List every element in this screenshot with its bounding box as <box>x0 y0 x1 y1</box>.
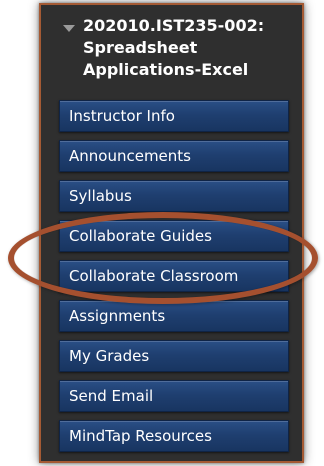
nav-item-syllabus[interactable]: Syllabus <box>59 180 289 212</box>
nav-item-assignments[interactable]: Assignments <box>59 300 289 332</box>
nav-item-collaborate-guides[interactable]: Collaborate Guides <box>59 220 289 252</box>
nav-item-send-email[interactable]: Send Email <box>59 380 289 412</box>
nav-item-instructor-info[interactable]: Instructor Info <box>59 100 289 132</box>
nav-item-mindtap-resources[interactable]: MindTap Resources <box>59 420 289 452</box>
collapse-triangle-icon[interactable] <box>63 25 75 32</box>
nav-item-collaborate-classroom[interactable]: Collaborate Classroom <box>59 260 289 292</box>
course-title[interactable]: 202010.IST235-002: Spreadsheet Applicati… <box>83 15 298 81</box>
nav-item-announcements[interactable]: Announcements <box>59 140 289 172</box>
course-menu-panel: 202010.IST235-002: Spreadsheet Applicati… <box>39 3 304 463</box>
screenshot-frame: 202010.IST235-002: Spreadsheet Applicati… <box>0 0 324 466</box>
nav-item-my-grades[interactable]: My Grades <box>59 340 289 372</box>
